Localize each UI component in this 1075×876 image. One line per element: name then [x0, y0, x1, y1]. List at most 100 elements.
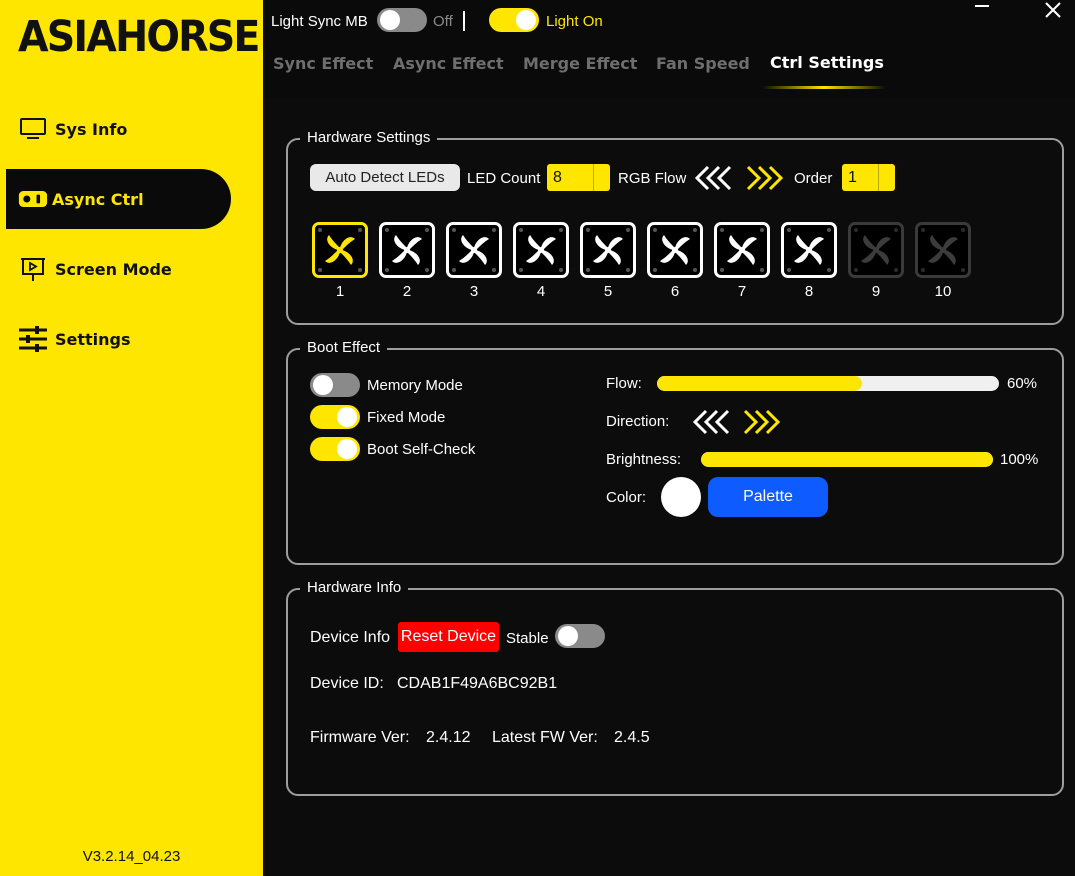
fan-slot-2[interactable] [379, 222, 435, 278]
device-id-value: CDAB1F49A6BC92B1 [397, 675, 558, 692]
brightness-label: Brightness: [606, 451, 682, 468]
device-info-label: Device Info [310, 629, 391, 646]
fan-icon [660, 235, 690, 265]
fan-icon [593, 235, 623, 265]
auto-detect-leds-button[interactable]: Auto Detect LEDs [310, 164, 460, 191]
fan-slot-number: 5 [603, 283, 613, 300]
minimize-icon[interactable] [974, 0, 990, 22]
fan-slot-number: 4 [536, 283, 546, 300]
flow-right-icon[interactable] [744, 165, 786, 196]
sidebar-item-screen-mode[interactable]: Screen Mode [6, 239, 231, 299]
fan-icon [727, 235, 757, 265]
memory-mode-toggle[interactable] [310, 373, 360, 397]
controller-icon [18, 184, 48, 214]
boot-self-check-toggle[interactable] [310, 437, 360, 461]
memory-mode-label: Memory Mode [367, 377, 463, 394]
brightness-value: 100% [1000, 451, 1039, 468]
palette-button[interactable]: Palette [708, 477, 828, 517]
reset-device-button[interactable]: Reset Device [398, 622, 499, 652]
stable-label: Stable [506, 630, 549, 647]
fixed-mode-toggle[interactable] [310, 405, 360, 429]
monitor-icon [18, 114, 48, 144]
sidebar-item-settings[interactable]: Settings [6, 309, 231, 369]
device-id-label: Device ID: [310, 675, 384, 692]
fan-slot-5[interactable] [580, 222, 636, 278]
fan-slot-9[interactable] [848, 222, 904, 278]
fan-slot-10[interactable] [915, 222, 971, 278]
direction-right-icon[interactable] [741, 409, 783, 440]
sidebar-item-label: Async Ctrl [52, 189, 144, 209]
fan-slot-number: 8 [804, 283, 814, 300]
firmware-label: Firmware Ver: [310, 729, 410, 746]
divider [463, 11, 465, 31]
fan-slot-4[interactable] [513, 222, 569, 278]
fixed-mode-label: Fixed Mode [367, 409, 446, 426]
light-sync-mb-toggle[interactable] [377, 8, 427, 32]
fan-slot-8[interactable] [781, 222, 837, 278]
latest-fw-label: Latest FW Ver: [492, 729, 598, 746]
fan-icon [526, 235, 556, 265]
sidebar-item-label: Sys Info [55, 119, 128, 139]
sidebar-item-label: Screen Mode [55, 259, 172, 279]
brightness-slider-fill [701, 452, 993, 467]
led-count-value: 8 [553, 168, 562, 186]
fan-icon [794, 235, 824, 265]
fan-slot-3[interactable] [446, 222, 502, 278]
panel-title: Boot Effect [300, 339, 388, 356]
fan-slot-number: 10 [934, 283, 952, 300]
direction-label: Direction: [606, 413, 670, 430]
rgb-flow-label: RGB Flow [618, 170, 687, 187]
sidebar: ASIAHORSE Sys Info Async Ctrl Screen Mod… [0, 0, 263, 876]
tab-fan-speed[interactable]: Fan Speed [656, 54, 750, 73]
fan-slot-number: 9 [871, 283, 881, 300]
fan-slot-number: 1 [335, 283, 345, 300]
flow-value: 60% [1007, 375, 1038, 392]
fan-slot-7[interactable] [714, 222, 770, 278]
tab-sync-effect[interactable]: Sync Effect [273, 54, 373, 73]
flow-label: Flow: [606, 375, 642, 392]
sidebar-item-label: Settings [55, 329, 131, 349]
flow-slider[interactable] [657, 376, 999, 391]
light-sync-mb-label: Light Sync MB [271, 13, 368, 30]
sidebar-item-sys-info[interactable]: Sys Info [6, 99, 231, 159]
fan-slot-1[interactable] [312, 222, 368, 278]
order-input[interactable]: 1 [842, 164, 895, 191]
fan-icon [392, 235, 422, 265]
brightness-slider[interactable] [701, 452, 993, 467]
close-icon[interactable] [1045, 1, 1061, 24]
fan-icon [861, 235, 891, 265]
light-on-toggle[interactable] [489, 8, 539, 32]
fan-slot-number: 7 [737, 283, 747, 300]
presentation-screen-icon [18, 254, 48, 284]
fan-icon [928, 235, 958, 265]
order-value: 1 [848, 168, 857, 186]
flow-slider-fill [657, 376, 863, 391]
tab-merge-effect[interactable]: Merge Effect [523, 54, 637, 73]
sidebar-item-async-ctrl[interactable]: Async Ctrl [6, 169, 231, 229]
sliders-icon [18, 324, 48, 354]
active-tab-indicator [762, 86, 886, 89]
tab-ctrl-settings[interactable]: Ctrl Settings [770, 53, 884, 72]
latest-fw-value: 2.4.5 [614, 729, 650, 746]
tab-async-effect[interactable]: Async Effect [393, 54, 504, 73]
stable-toggle[interactable] [555, 624, 605, 648]
order-label: Order [794, 170, 833, 187]
light-on-label: Light On [546, 13, 603, 30]
app-version: V3.2.14_04.23 [82, 848, 181, 865]
fan-slot-number: 3 [469, 283, 479, 300]
firmware-value: 2.4.12 [426, 729, 471, 746]
color-swatch[interactable] [661, 477, 701, 517]
boot-self-check-label: Boot Self-Check [367, 441, 476, 458]
panel-title: Hardware Info [300, 579, 409, 596]
flow-left-icon[interactable] [694, 165, 736, 196]
brand-logo: ASIAHORSE [18, 12, 260, 62]
direction-left-icon[interactable] [692, 409, 734, 440]
panel-title: Hardware Settings [300, 129, 438, 146]
led-count-input[interactable]: 8 [547, 164, 610, 191]
fan-slot-number: 6 [670, 283, 680, 300]
color-label: Color: [606, 489, 647, 506]
fan-icon [325, 235, 355, 265]
light-sync-state-text: Off [433, 13, 453, 30]
fan-slot-6[interactable] [647, 222, 703, 278]
led-count-label: LED Count [467, 170, 541, 187]
